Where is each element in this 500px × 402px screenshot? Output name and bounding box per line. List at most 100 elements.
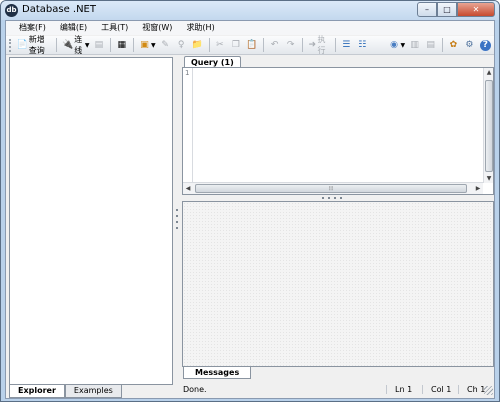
toolbar-separator	[263, 38, 265, 52]
toolbar-separator	[56, 38, 58, 52]
menu-edit[interactable]: 编辑(E)	[53, 21, 94, 35]
help-button[interactable]: ?	[478, 37, 494, 53]
web-button[interactable]: ◉ ▼	[387, 37, 408, 53]
toolbar-separator	[335, 38, 336, 52]
execute-label: 执行	[317, 35, 326, 55]
line-number: 1	[185, 69, 190, 77]
menu-help[interactable]: 求助(H)	[179, 21, 221, 35]
new-query-button[interactable]: 📄 新增查询	[15, 35, 54, 55]
vertical-scroll-thumb[interactable]	[485, 80, 493, 172]
menu-bar: 档案(F) 编辑(E) 工具(T) 视窗(W) 求助(H)	[6, 21, 494, 35]
status-message: Done.	[183, 384, 207, 394]
pencil-icon: ✎	[161, 39, 169, 50]
client-area: 档案(F) 编辑(E) 工具(T) 视窗(W) 求助(H) 📄 新增查询 🔌 连…	[5, 20, 495, 399]
outdent-button[interactable]: ☷	[355, 37, 371, 53]
indent-button[interactable]: ☰	[339, 37, 355, 53]
messages-panel[interactable]	[182, 201, 494, 367]
objects-dropdown-icon[interactable]: ▼	[151, 42, 156, 49]
disconnect-icon: ▤	[94, 39, 104, 50]
export-icon: ▥	[410, 39, 419, 50]
new-query-label: 新增查询	[28, 35, 45, 55]
maximize-button[interactable]: □	[437, 2, 457, 17]
print-icon: ▤	[426, 39, 435, 50]
help-icon: ?	[479, 39, 491, 51]
gear-icon: ⚙	[465, 39, 474, 50]
splitter-grip	[328, 197, 330, 199]
tab-examples[interactable]: Examples	[64, 385, 122, 398]
plugins-button[interactable]: ✿	[446, 37, 462, 53]
print-button[interactable]: ▤	[423, 37, 439, 53]
main-toolbar: 📄 新增查询 🔌 连线 ▼ ▤ ▦ ▣ ▼ ✎ ♀ 📁 ✂ ❐ 📋 ↶ ↷ ➜ …	[6, 35, 494, 55]
properties-button[interactable]: ▦	[114, 37, 130, 53]
menu-window[interactable]: 视窗(W)	[135, 21, 179, 35]
execute-icon: ➜	[308, 39, 317, 50]
paste-icon: 📋	[246, 39, 258, 50]
minimize-button[interactable]: –	[417, 2, 437, 17]
tab-explorer[interactable]: Explorer	[9, 385, 65, 398]
explorer-tree[interactable]	[9, 57, 173, 385]
bulb-icon: ♀	[177, 39, 185, 50]
undo-icon: ↶	[270, 39, 279, 50]
toolbar-separator	[133, 38, 134, 52]
redo-icon: ↷	[286, 39, 295, 50]
app-window: db Database .NET – □ ✕ 档案(F) 编辑(E) 工具(T)…	[0, 0, 500, 402]
scroll-down-icon[interactable]: ▼	[484, 175, 494, 182]
indent-icon: ☰	[342, 39, 351, 50]
folder-icon: 📁	[191, 39, 203, 50]
undo-button[interactable]: ↶	[267, 37, 283, 53]
splitter-grip	[176, 227, 178, 229]
execute-button[interactable]: ➜ 执行	[306, 35, 332, 55]
resize-grip[interactable]	[484, 386, 493, 395]
title-bar[interactable]: db Database .NET – □ ✕	[1, 1, 499, 20]
disconnect-button[interactable]: ▤	[91, 37, 107, 53]
toolbar-grip[interactable]	[9, 38, 12, 52]
globe-icon: ◉	[390, 39, 398, 50]
outdent-icon: ☷	[358, 39, 367, 50]
copy-icon: ❐	[231, 39, 240, 50]
status-line: Ln 1	[386, 384, 422, 394]
toolbar-separator	[442, 38, 443, 52]
connect-label: 连线	[74, 35, 83, 55]
connect-button[interactable]: 🔌 连线 ▼	[60, 35, 91, 55]
web-dropdown-icon[interactable]: ▼	[401, 42, 406, 49]
puzzle-icon: ✿	[449, 39, 458, 50]
vertical-splitter[interactable]	[174, 57, 180, 385]
options-button[interactable]: ⚙	[462, 37, 478, 53]
bulb-button[interactable]: ♀	[174, 37, 190, 53]
objects-icon: ▣	[140, 39, 149, 50]
horizontal-scrollbar[interactable]: ◀ ⦙⦙⦙ ▶	[183, 182, 483, 194]
close-button[interactable]: ✕	[457, 2, 495, 17]
splitter-grip	[176, 215, 178, 217]
connect-dropdown-icon[interactable]: ▼	[85, 42, 90, 49]
toolbar-separator	[110, 38, 112, 52]
splitter-grip	[322, 197, 324, 199]
splitter-grip	[334, 197, 336, 199]
scroll-up-icon[interactable]: ▲	[484, 69, 494, 76]
edit-button[interactable]: ✎	[158, 37, 174, 53]
scroll-right-icon[interactable]: ▶	[473, 185, 483, 192]
explorer-tabs: Explorer Examples	[9, 385, 122, 398]
tab-messages[interactable]: Messages	[183, 367, 252, 379]
scroll-left-icon[interactable]: ◀	[183, 185, 193, 192]
objects-button[interactable]: ▣ ▼	[137, 37, 158, 53]
redo-button[interactable]: ↷	[283, 37, 299, 53]
status-bar: Done. Ln 1 Col 1 Ch 1	[181, 382, 494, 396]
open-button[interactable]: 📁	[190, 37, 206, 53]
splitter-grip	[176, 221, 178, 223]
menu-file[interactable]: 档案(F)	[12, 21, 53, 35]
vertical-scrollbar[interactable]: ▲ ▼	[483, 68, 493, 183]
window-title: Database .NET	[22, 4, 96, 15]
cut-icon: ✂	[216, 39, 224, 50]
app-logo-icon: db	[5, 4, 18, 17]
toolbar-separator	[302, 38, 303, 52]
properties-icon: ▦	[117, 39, 126, 50]
copy-button[interactable]: ❐	[228, 37, 244, 53]
paste-button[interactable]: 📋	[244, 37, 260, 53]
menu-tools[interactable]: 工具(T)	[94, 21, 135, 35]
query-editor[interactable]: 1 ▲ ▼ ◀ ⦙⦙⦙ ▶	[182, 67, 494, 195]
cut-button[interactable]: ✂	[212, 37, 228, 53]
splitter-grip	[340, 197, 342, 199]
export-button[interactable]: ▥	[407, 37, 423, 53]
horizontal-scroll-thumb[interactable]: ⦙⦙⦙	[195, 184, 467, 193]
status-column: Col 1	[422, 384, 458, 394]
